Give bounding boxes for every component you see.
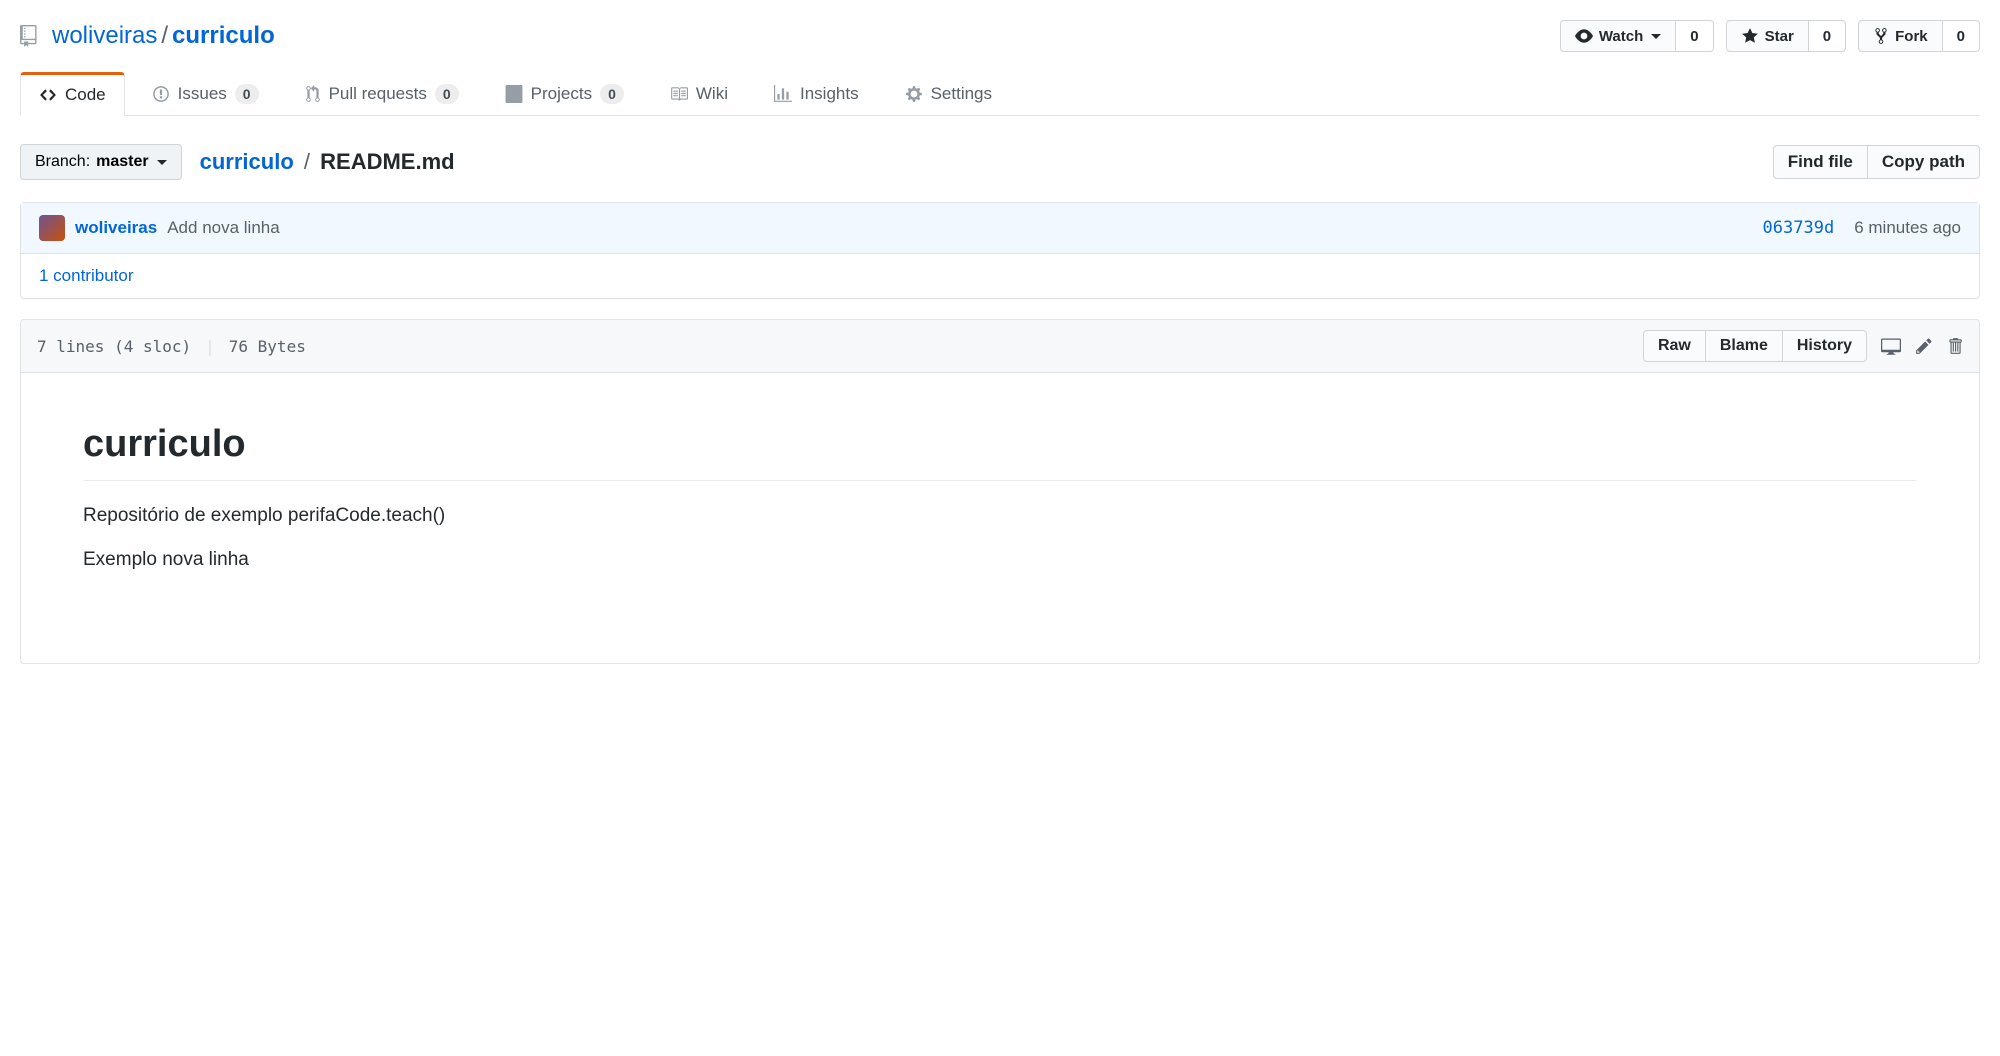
breadcrumb-file: README.md — [320, 149, 454, 174]
raw-button[interactable]: Raw — [1643, 330, 1706, 362]
tab-code[interactable]: Code — [20, 72, 125, 116]
repo-name-link[interactable]: curriculo — [172, 22, 275, 50]
find-file-button[interactable]: Find file — [1773, 145, 1868, 179]
readme-content: curriculo Repositório de exemplo perifaC… — [21, 373, 1979, 663]
graph-icon — [774, 85, 792, 103]
history-button[interactable]: History — [1783, 330, 1867, 362]
repo-owner-link[interactable]: woliveiras — [52, 22, 157, 50]
watch-button[interactable]: Watch — [1560, 20, 1676, 52]
issues-count: 0 — [235, 84, 259, 104]
readme-title: curriculo — [83, 423, 1917, 481]
commit-time: 6 minutes ago — [1854, 218, 1961, 238]
trash-icon[interactable] — [1947, 337, 1963, 355]
tab-wiki[interactable]: Wiki — [651, 72, 747, 115]
fork-icon — [1873, 27, 1889, 45]
fork-button[interactable]: Fork — [1858, 20, 1943, 52]
commit-sha[interactable]: 063739d — [1763, 218, 1835, 238]
eye-icon — [1575, 27, 1593, 45]
star-icon — [1741, 27, 1759, 45]
contributors-link[interactable]: 1 contributor — [39, 266, 134, 285]
avatar[interactable] — [39, 215, 65, 241]
pulls-count: 0 — [435, 84, 459, 104]
star-button[interactable]: Star — [1726, 20, 1809, 52]
file-info: 7 lines (4 sloc) | 76 Bytes — [37, 337, 306, 356]
tab-insights[interactable]: Insights — [755, 72, 878, 115]
gear-icon — [905, 85, 923, 103]
breadcrumb: curriculo / README.md — [200, 149, 455, 175]
tab-projects[interactable]: Projects 0 — [486, 72, 643, 115]
commit-message[interactable]: Add nova linha — [167, 218, 279, 238]
projects-count: 0 — [600, 84, 624, 104]
code-icon — [39, 86, 57, 104]
repo-title: woliveiras / curriculo — [20, 22, 275, 50]
branch-selector[interactable]: Branch: master — [20, 144, 182, 180]
project-icon — [505, 85, 523, 103]
tab-pull-requests[interactable]: Pull requests 0 — [286, 72, 478, 115]
separator: / — [161, 22, 168, 50]
blame-button[interactable]: Blame — [1706, 330, 1783, 362]
tab-settings[interactable]: Settings — [886, 72, 1011, 115]
desktop-icon[interactable] — [1881, 336, 1901, 356]
breadcrumb-repo[interactable]: curriculo — [200, 149, 294, 174]
watch-count[interactable]: 0 — [1676, 20, 1713, 52]
pencil-icon[interactable] — [1915, 337, 1933, 355]
fork-count[interactable]: 0 — [1943, 20, 1980, 52]
readme-paragraph: Repositório de exemplo perifaCode.teach(… — [83, 505, 1917, 527]
repo-icon — [20, 25, 42, 47]
star-count[interactable]: 0 — [1809, 20, 1846, 52]
commit-author[interactable]: woliveiras — [75, 218, 157, 238]
issue-icon — [152, 85, 170, 103]
git-pull-request-icon — [305, 85, 321, 103]
repo-tabs: Code Issues 0 Pull requests 0 Projects 0… — [20, 72, 1980, 116]
tab-issues[interactable]: Issues 0 — [133, 72, 278, 115]
copy-path-button[interactable]: Copy path — [1868, 145, 1980, 179]
readme-paragraph: Exemplo nova linha — [83, 549, 1917, 571]
book-icon — [670, 85, 688, 103]
